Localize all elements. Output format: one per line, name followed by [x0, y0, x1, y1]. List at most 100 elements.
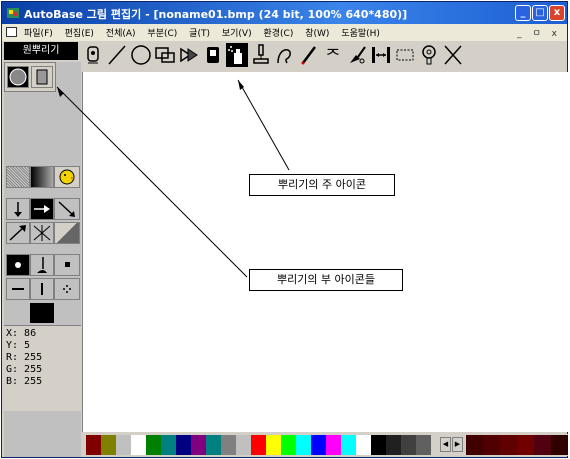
- palette-swatch[interactable]: [483, 435, 500, 455]
- palette-swatch[interactable]: [386, 435, 401, 455]
- dot-square-icon: [65, 262, 70, 267]
- pipette-icon[interactable]: [250, 43, 272, 67]
- palette-swatch[interactable]: [401, 435, 416, 455]
- window-title: AutoBase 그림 편집기 - [noname01.bmp (24 bit,…: [24, 8, 408, 21]
- brush-tip-icon: [37, 257, 47, 273]
- menu-all[interactable]: 전체(A): [106, 29, 136, 39]
- brush-icon[interactable]: [346, 43, 368, 67]
- lasso-icon[interactable]: [418, 43, 440, 67]
- palette-swatch[interactable]: [341, 435, 356, 455]
- menu-window[interactable]: 창(W): [305, 29, 329, 39]
- callout-sub-icons: 뿌리기의 부 아이콘들: [249, 269, 403, 291]
- menu-part[interactable]: 부분(C): [147, 29, 177, 39]
- minimize-button[interactable]: _: [515, 5, 531, 21]
- palette-swatch[interactable]: [161, 435, 176, 455]
- ellipse-icon[interactable]: [130, 43, 152, 67]
- palette-swatch[interactable]: [281, 435, 296, 455]
- palette-swatch[interactable]: [116, 435, 131, 455]
- palette-swatch[interactable]: [266, 435, 281, 455]
- svg-text:ᄌ: ᄌ: [326, 46, 341, 65]
- palette-swatch[interactable]: [221, 435, 236, 455]
- palette-swatch[interactable]: [251, 435, 266, 455]
- palette-swatch[interactable]: [517, 435, 534, 455]
- palette-swatch[interactable]: [206, 435, 221, 455]
- current-color-swatch[interactable]: [30, 303, 54, 323]
- fill-icon[interactable]: [178, 43, 200, 67]
- brush-tool-label: 원뿌리기: [4, 42, 78, 60]
- title-bar[interactable]: AutoBase 그림 편집기 - [noname01.bmp (24 bit,…: [2, 2, 567, 24]
- dot-large-button[interactable]: [6, 254, 30, 276]
- palette-swatch[interactable]: [191, 435, 206, 455]
- palette-swatch[interactable]: [371, 435, 386, 455]
- stroke-vertical-button[interactable]: [30, 278, 54, 300]
- brush-tip-button[interactable]: [30, 254, 54, 276]
- dash-horizontal-icon: [12, 288, 24, 290]
- status-panel: X: 86 Y: 5 R: 255 G: 255 B: 255: [4, 325, 81, 411]
- palette-swatch[interactable]: [86, 435, 101, 455]
- close-x-icon[interactable]: [442, 43, 464, 67]
- palette-swatch[interactable]: [356, 435, 371, 455]
- status-r: R: 255: [6, 352, 43, 363]
- palette-scroll-left-button[interactable]: ◀: [440, 437, 451, 452]
- menu-help[interactable]: 도움말(H): [341, 29, 380, 39]
- stamp-icon[interactable]: [82, 43, 104, 67]
- palette-swatch[interactable]: [146, 435, 161, 455]
- palette-scroll-right-button[interactable]: ▶: [452, 437, 463, 452]
- palette-swatch[interactable]: [101, 435, 116, 455]
- line-icon[interactable]: [106, 43, 128, 67]
- dot-square-button[interactable]: [54, 254, 80, 276]
- spray-icon[interactable]: [226, 43, 248, 67]
- pattern-gradient-button[interactable]: [30, 166, 54, 188]
- eraser-icon[interactable]: [202, 43, 224, 67]
- measure-icon[interactable]: [370, 43, 392, 67]
- status-b: B: 255: [6, 376, 43, 387]
- round-spray-button[interactable]: [7, 66, 29, 88]
- stroke-dotted-button[interactable]: [54, 278, 80, 300]
- pattern-fine-button[interactable]: [6, 166, 30, 188]
- direction-diagonal-down-button[interactable]: [54, 198, 80, 220]
- direction-center-button[interactable]: [30, 222, 54, 244]
- main-toolbar: ᄌ: [80, 42, 567, 70]
- menu-text[interactable]: 글(T): [189, 29, 210, 39]
- color-palette: ◀ ▶: [82, 434, 568, 456]
- dots-cross-icon: [63, 285, 71, 293]
- palette-swatch[interactable]: [551, 435, 568, 455]
- maximize-button[interactable]: □: [532, 5, 548, 21]
- close-button[interactable]: x: [549, 5, 565, 21]
- palette-swatch[interactable]: [236, 435, 251, 455]
- pattern-image-button[interactable]: [54, 166, 80, 188]
- palette-swatch[interactable]: [326, 435, 341, 455]
- dash-vertical-icon: [41, 283, 43, 295]
- menu-edit[interactable]: 편집(E): [65, 29, 94, 39]
- square-spray-button[interactable]: [31, 66, 53, 88]
- select-rect-icon[interactable]: [394, 43, 416, 67]
- pencil-icon[interactable]: [298, 43, 320, 67]
- drawing-canvas[interactable]: 뿌리기의 주 아이콘 뿌리기의 부 아이콘들: [82, 72, 569, 432]
- palette-swatch[interactable]: [500, 435, 517, 455]
- palette-swatch[interactable]: [534, 435, 551, 455]
- palette-swatch[interactable]: [466, 435, 483, 455]
- text-icon[interactable]: ᄌ: [322, 43, 344, 67]
- stroke-horizontal-button[interactable]: [6, 278, 30, 300]
- rect-icon[interactable]: [154, 43, 176, 67]
- arrow-diagonal-down-icon: [58, 201, 75, 217]
- palette-swatch[interactable]: [176, 435, 191, 455]
- brush-shape-group: [4, 62, 56, 92]
- menu-file[interactable]: 파일(F): [24, 29, 53, 39]
- direction-gradient-button[interactable]: [54, 222, 80, 244]
- menu-view[interactable]: 보기(V): [222, 29, 252, 39]
- arrow-right-icon: [34, 205, 50, 213]
- curve-icon[interactable]: [274, 43, 296, 67]
- document-icon[interactable]: [6, 27, 17, 37]
- round-spray-icon: [9, 68, 27, 86]
- palette-swatch[interactable]: [296, 435, 311, 455]
- direction-down-button[interactable]: [6, 198, 30, 220]
- palette-swatch[interactable]: [131, 435, 146, 455]
- direction-right-button[interactable]: [30, 198, 54, 220]
- palette-swatch[interactable]: [416, 435, 431, 455]
- mdi-controls[interactable]: _ ㅁ x: [517, 26, 561, 39]
- arrow-diagonal-up-icon: [9, 225, 26, 241]
- menu-environment[interactable]: 환경(C): [263, 29, 293, 39]
- direction-diagonal-up-button[interactable]: [6, 222, 30, 244]
- palette-swatch[interactable]: [311, 435, 326, 455]
